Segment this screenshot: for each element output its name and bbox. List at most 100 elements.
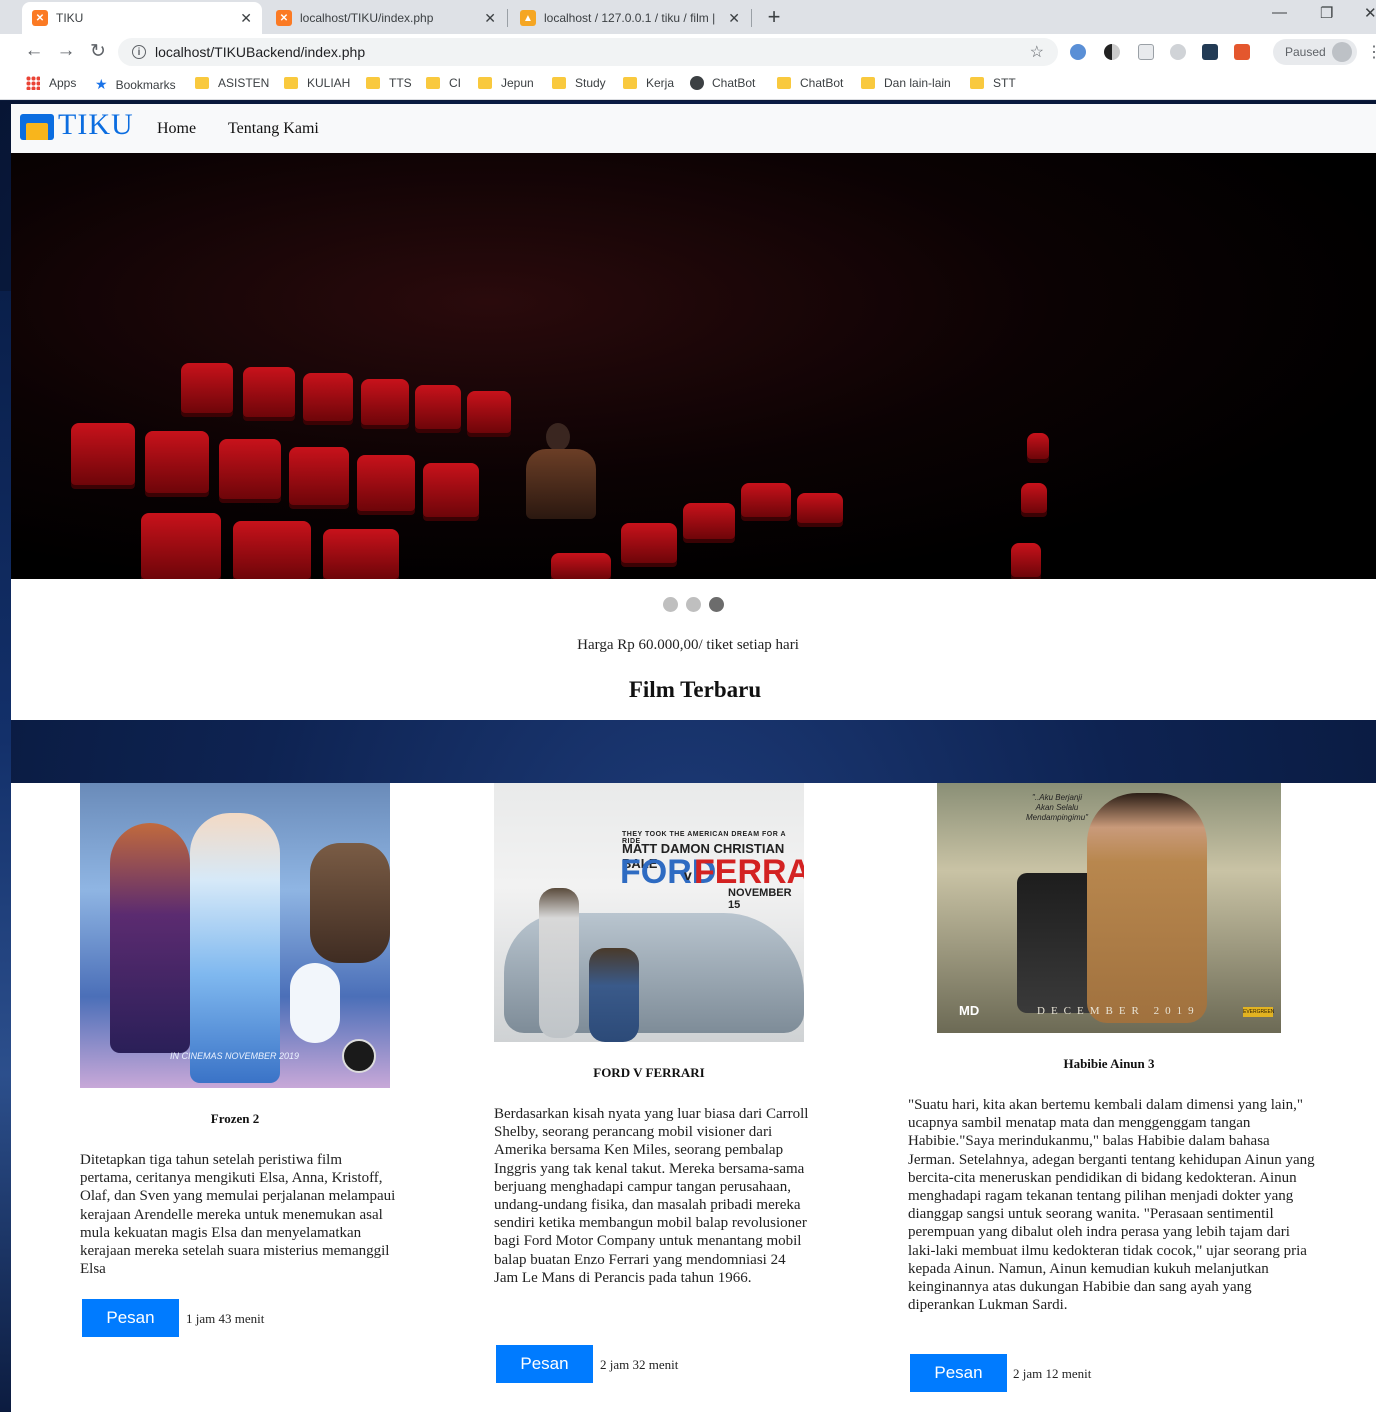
- bookmark-folder-asisten[interactable]: ASISTEN: [195, 76, 269, 90]
- back-arrow-icon[interactable]: ←: [22, 40, 46, 62]
- restore-icon[interactable]: ❐: [1320, 4, 1333, 22]
- bookmark-label: Study: [575, 76, 606, 90]
- bookmark-folder-jepun[interactable]: Jepun: [478, 76, 534, 90]
- rating-badge-icon: [342, 1039, 376, 1073]
- bookmark-label: KULIAH: [307, 76, 351, 90]
- folder-icon: [777, 77, 791, 89]
- cinema-seat: [741, 483, 791, 517]
- cinema-seat: [423, 463, 479, 517]
- tab-title: localhost / 127.0.0.1 / tiku / film |: [544, 11, 716, 25]
- bookmark-chatbot-link[interactable]: ChatBot: [690, 76, 755, 90]
- bookmark-folder-chatbot[interactable]: ChatBot: [777, 76, 843, 90]
- close-tab-icon[interactable]: ✕: [240, 10, 252, 27]
- tab-title: TIKU: [56, 11, 84, 25]
- browser-tab-phpmyadmin[interactable]: ▲ localhost / 127.0.0.1 / tiku / film | …: [510, 2, 750, 34]
- profile-paused-button[interactable]: Paused: [1273, 39, 1357, 65]
- cinema-seat: [323, 529, 399, 579]
- carousel-indicator-3[interactable]: [709, 597, 724, 612]
- new-tab-button[interactable]: +: [762, 4, 786, 30]
- film-duration: 2 jam 32 menit: [600, 1357, 679, 1372]
- bookmark-label: ChatBot: [712, 76, 756, 90]
- bookmark-folder-dan-lain-lain[interactable]: Dan lain-lain: [861, 76, 951, 90]
- carousel-indicator-1[interactable]: [663, 597, 678, 612]
- cinema-seat: [683, 503, 735, 539]
- film-description: Ditetapkan tiga tahun setelah peristiwa …: [80, 1152, 396, 1278]
- xampp-icon: ✕: [276, 10, 292, 26]
- bookmark-folder-stt[interactable]: STT: [970, 76, 1016, 90]
- film-description: Berdasarkan kisah nyata yang luar biasa …: [494, 1106, 809, 1286]
- star-icon: ★: [95, 76, 108, 92]
- bookmark-label: ChatBot: [800, 76, 844, 90]
- bookmark-bookmarks[interactable]: ★ Bookmarks: [95, 76, 176, 93]
- forward-arrow-icon[interactable]: →: [54, 40, 78, 62]
- folder-icon: [366, 77, 380, 89]
- browser-tab-tiku[interactable]: ✕ TIKU ✕: [22, 2, 262, 34]
- cinema-seat: [181, 363, 233, 413]
- tab-title: localhost/TIKU/index.php: [300, 11, 434, 25]
- poster-figure: [290, 963, 340, 1043]
- close-tab-icon[interactable]: ✕: [484, 10, 496, 27]
- bookmark-apps[interactable]: Apps: [26, 76, 76, 90]
- extension-dark-icon[interactable]: [1202, 44, 1218, 60]
- cinema-seat: [243, 367, 295, 417]
- hero-carousel-image: [11, 153, 1376, 579]
- carousel-indicators: [663, 597, 724, 612]
- info-icon[interactable]: i: [132, 45, 146, 59]
- section-title: Film Terbaru: [628, 677, 762, 702]
- close-tab-icon[interactable]: ✕: [728, 10, 740, 27]
- poster-figure: [190, 813, 280, 1083]
- cinema-seat: [1011, 543, 1041, 577]
- bookmark-folder-study[interactable]: Study: [552, 76, 606, 90]
- folder-icon: [426, 77, 440, 89]
- cinema-seat: [357, 455, 415, 511]
- avatar-icon: [1332, 42, 1352, 62]
- poster-release-date: DECEMBER 2019: [1037, 1005, 1200, 1017]
- bookmark-folder-ci[interactable]: CI: [426, 76, 461, 90]
- seated-person: [516, 423, 606, 533]
- folder-icon: [861, 77, 875, 89]
- poster-title-v: v: [684, 867, 692, 883]
- bookmark-folder-tts[interactable]: TTS: [366, 76, 412, 90]
- film-description: "Suatu hari, kita akan bertemu kembali d…: [908, 1097, 1315, 1314]
- film-title: Frozen 2: [210, 1111, 260, 1126]
- brand-name[interactable]: TIKU: [58, 108, 134, 142]
- film-title: Habibie Ainun 3: [1063, 1056, 1155, 1071]
- pesan-button[interactable]: Pesan: [496, 1345, 593, 1383]
- person-head: [546, 423, 570, 451]
- cinema-seat: [303, 373, 353, 421]
- cinema-seat: [145, 431, 209, 493]
- minimize-icon[interactable]: —: [1272, 4, 1287, 21]
- tab-separator: [507, 9, 508, 27]
- nav-tentang-kami-link[interactable]: Tentang Kami: [228, 120, 319, 138]
- reload-icon[interactable]: ↻: [86, 40, 110, 63]
- tiku-logo-icon[interactable]: [20, 114, 54, 140]
- extension-globe-icon[interactable]: [1170, 44, 1186, 60]
- browser-tab-bar: ✕ TIKU ✕ ✕ localhost/TIKU/index.php ✕ ▲ …: [0, 0, 1376, 34]
- cinema-seat: [233, 521, 311, 579]
- pesan-button[interactable]: Pesan: [82, 1299, 179, 1337]
- phpmyadmin-icon: ▲: [520, 10, 536, 26]
- more-menu-icon[interactable]: ⋮: [1366, 42, 1376, 62]
- extension-document-icon[interactable]: [1138, 44, 1154, 60]
- film-title: FORD V FERRARI: [593, 1065, 705, 1080]
- address-bar[interactable]: i localhost/TIKUBackend/index.php ☆: [118, 38, 1058, 66]
- cinema-seat: [71, 423, 135, 485]
- nav-home-link[interactable]: Home: [157, 120, 196, 138]
- browser-tab-index[interactable]: ✕ localhost/TIKU/index.php ✕: [266, 2, 506, 34]
- studio-logo: MD: [959, 1003, 980, 1018]
- cinema-seat: [467, 391, 511, 433]
- bookmark-label: ASISTEN: [218, 76, 270, 90]
- habibie-ainun-3-poster: "..Aku Berjanji Akan Selalu Mendampingim…: [937, 783, 1281, 1033]
- close-window-icon[interactable]: ✕: [1364, 4, 1376, 22]
- bookmark-folder-kuliah[interactable]: KULIAH: [284, 76, 350, 90]
- bookmark-folder-kerja[interactable]: Kerja: [623, 76, 674, 90]
- pesan-button[interactable]: Pesan: [910, 1354, 1007, 1392]
- extension-opera-icon[interactable]: [1070, 44, 1086, 60]
- folder-icon: [284, 77, 298, 89]
- site-navbar: TIKU Home Tentang Kami: [11, 104, 1376, 153]
- cinema-seat: [551, 553, 611, 579]
- extension-lock-icon[interactable]: [1234, 44, 1250, 60]
- carousel-indicator-2[interactable]: [686, 597, 701, 612]
- extension-dark-mode-icon[interactable]: [1104, 44, 1120, 60]
- bookmark-star-icon[interactable]: ☆: [1030, 42, 1044, 62]
